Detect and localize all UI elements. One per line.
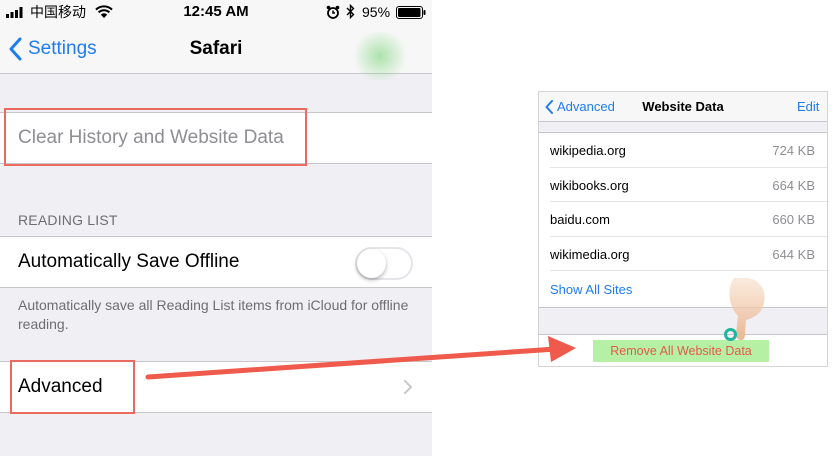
site-size: 664 KB <box>772 177 815 193</box>
navigation-bar: Settings Safari <box>0 24 432 80</box>
site-size: 644 KB <box>772 246 815 262</box>
website-data-navigation-bar: Advanced Website Data Edit <box>539 92 827 122</box>
chevron-right-icon <box>404 380 412 394</box>
battery-icon <box>396 6 426 19</box>
remove-all-website-data-label: Remove All Website Data <box>610 344 752 358</box>
advanced-highlight-box <box>10 360 135 414</box>
battery-percent: 95% <box>362 4 391 20</box>
bluetooth-icon <box>346 4 355 19</box>
site-row[interactable]: wikibooks.org 664 KB <box>550 168 827 202</box>
site-size: 660 KB <box>772 212 815 227</box>
status-bar: 中国移动 12:45 AM 95% <box>0 0 432 24</box>
auto-save-offline-cell: Automatically Save Offline <box>0 236 432 288</box>
site-name: baidu.com <box>550 212 610 227</box>
show-all-sites-label: Show All Sites <box>550 282 633 297</box>
clear-history-highlight-box <box>4 108 307 166</box>
safari-settings-screen: 中国移动 12:45 AM 95% Settings Safari Clear … <box>0 0 432 456</box>
page-title: Safari <box>189 38 243 59</box>
auto-save-offline-label: Automatically Save Offline <box>18 251 240 272</box>
website-data-screen: Advanced Website Data Edit wikipedia.org… <box>538 91 828 367</box>
tap-indicator <box>724 328 737 341</box>
site-size: 724 KB <box>772 143 815 158</box>
site-row[interactable]: wikimedia.org 644 KB <box>550 237 827 271</box>
reading-list-section-header: READING LIST <box>18 212 118 228</box>
auto-save-footer-note: Automatically save all Reading List item… <box>18 297 409 332</box>
website-data-title: Website Data <box>642 99 724 114</box>
site-name: wikibooks.org <box>550 177 629 193</box>
website-data-list: wikipedia.org 724 KB wikibooks.org 664 K… <box>539 132 827 308</box>
show-all-sites-link[interactable]: Show All Sites <box>550 271 827 307</box>
edit-button[interactable]: Edit <box>797 99 819 114</box>
site-row[interactable]: wikipedia.org 724 KB <box>550 133 827 168</box>
site-name: wikipedia.org <box>550 143 626 158</box>
alarm-icon <box>326 5 340 19</box>
site-name: wikimedia.org <box>550 246 630 262</box>
toggle-knob <box>357 249 386 278</box>
auto-save-offline-toggle[interactable] <box>355 247 413 280</box>
site-row[interactable]: baidu.com 660 KB <box>550 202 827 237</box>
